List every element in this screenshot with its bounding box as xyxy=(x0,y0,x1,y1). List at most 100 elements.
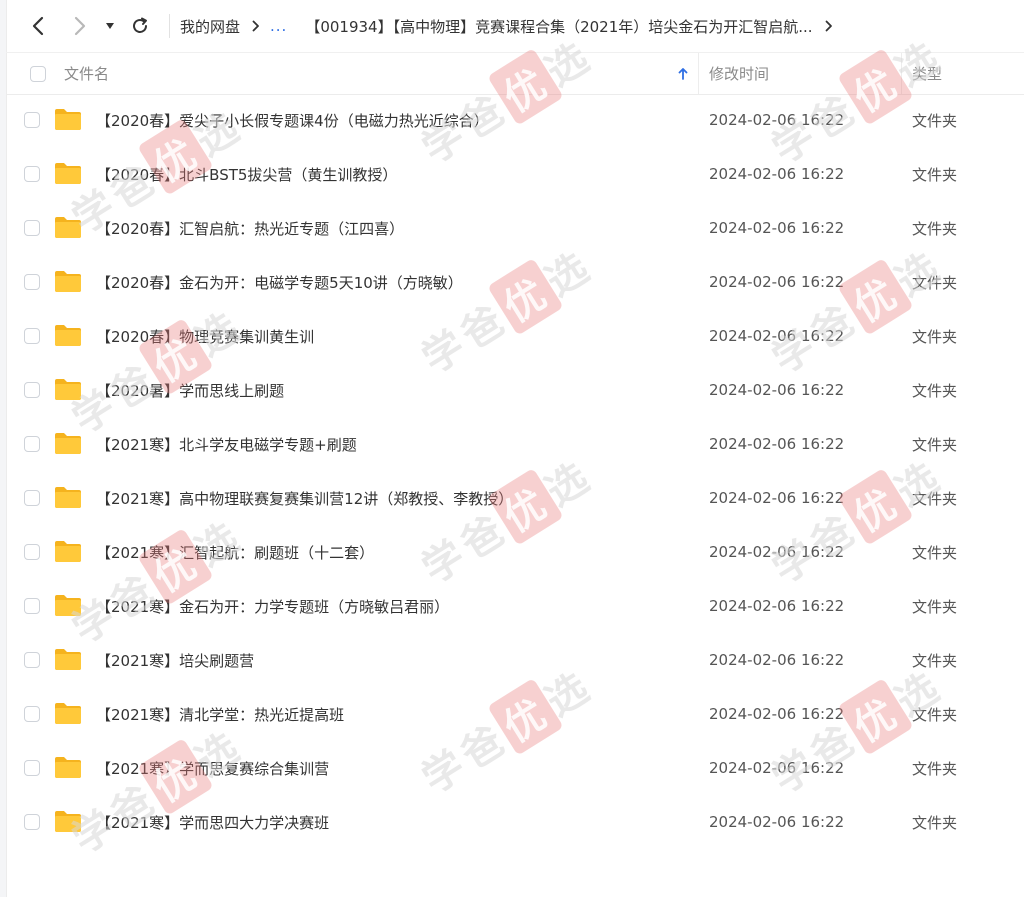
table-row[interactable]: 【2021寒】金石为开：力学专题班（方晓敏吕君丽） 2024-02-06 16:2… xyxy=(6,579,1024,633)
breadcrumb-current[interactable]: 【001934】【高中物理】竞赛课程合集（2021年）培尖金石为开汇智启航... xyxy=(305,16,812,37)
file-modified-time: 2024-02-06 16:22 xyxy=(709,597,845,615)
folder-icon xyxy=(55,811,81,832)
file-modified-time: 2024-02-06 16:22 xyxy=(709,759,845,777)
file-name[interactable]: 【2021寒】培尖刷题营 xyxy=(96,633,254,687)
breadcrumb-ellipsis[interactable]: ... xyxy=(270,17,287,35)
table-row[interactable]: 【2021寒】培尖刷题营 2024-02-06 16:22 文件夹 xyxy=(6,633,1024,687)
file-type: 文件夹 xyxy=(912,381,958,400)
file-list: 【2020春】爱尖子小长假专题课4份（电磁力热光近综合） 2024-02-06 1… xyxy=(6,93,1024,849)
file-name[interactable]: 【2020春】北斗BST5拔尖营（黄生训教授） xyxy=(96,147,397,201)
folder-icon xyxy=(55,487,81,508)
file-name[interactable]: 【2021寒】汇智起航：刷题班（十二套） xyxy=(96,525,374,579)
file-type: 文件夹 xyxy=(912,165,958,184)
breadcrumb: 我的网盘 ... 【001934】【高中物理】竞赛课程合集（2021年）培尖金石… xyxy=(180,13,843,39)
table-row[interactable]: 【2020春】北斗BST5拔尖营（黄生训教授） 2024-02-06 16:22 文… xyxy=(6,147,1024,201)
file-name[interactable]: 【2021寒】学而思复赛综合集训营 xyxy=(96,741,329,795)
file-type: 文件夹 xyxy=(912,111,958,130)
file-modified-time: 2024-02-06 16:22 xyxy=(709,705,845,723)
file-modified-time: 2024-02-06 16:22 xyxy=(709,435,845,453)
file-modified-time: 2024-02-06 16:22 xyxy=(709,219,845,237)
column-header-name[interactable]: 文件名 xyxy=(64,53,109,94)
folder-icon xyxy=(55,109,81,130)
row-checkbox[interactable] xyxy=(24,166,40,182)
chevron-left-icon xyxy=(32,16,44,36)
column-divider[interactable] xyxy=(698,53,699,94)
file-type: 文件夹 xyxy=(912,651,958,670)
refresh-icon xyxy=(133,17,147,33)
row-checkbox[interactable] xyxy=(24,274,40,290)
table-row[interactable]: 【2021寒】汇智起航：刷题班（十二套） 2024-02-06 16:22 文件夹 xyxy=(6,525,1024,579)
folder-icon xyxy=(55,325,81,346)
row-checkbox[interactable] xyxy=(24,220,40,236)
folder-icon xyxy=(55,757,81,778)
history-dropdown-button[interactable] xyxy=(100,12,120,40)
column-header-modified[interactable]: 修改时间 xyxy=(709,53,769,94)
row-checkbox[interactable] xyxy=(24,328,40,344)
column-divider[interactable] xyxy=(901,53,902,94)
nav-divider xyxy=(169,14,170,38)
file-type: 文件夹 xyxy=(912,219,958,238)
file-list-header: 文件名 修改时间 类型 xyxy=(6,52,1024,95)
table-row[interactable]: 【2020春】爱尖子小长假专题课4份（电磁力热光近综合） 2024-02-06 1… xyxy=(6,93,1024,147)
table-row[interactable]: 【2020春】物理竞赛集训黄生训 2024-02-06 16:22 文件夹 xyxy=(6,309,1024,363)
refresh-button[interactable] xyxy=(126,12,154,40)
back-button[interactable] xyxy=(24,12,52,40)
file-type: 文件夹 xyxy=(912,273,958,292)
row-checkbox[interactable] xyxy=(24,814,40,830)
navigation-bar: 我的网盘 ... 【001934】【高中物理】竞赛课程合集（2021年）培尖金石… xyxy=(6,0,1024,52)
folder-icon xyxy=(55,703,81,724)
breadcrumb-chevron-icon xyxy=(252,20,260,32)
file-name[interactable]: 【2020暑】学而思线上刷题 xyxy=(96,363,284,417)
breadcrumb-root[interactable]: 我的网盘 xyxy=(180,16,240,37)
file-name[interactable]: 【2020春】爱尖子小长假专题课4份（电磁力热光近综合） xyxy=(96,93,489,147)
table-row[interactable]: 【2021寒】高中物理联赛复赛集训营12讲（郑教授、李教授） 2024-02-06… xyxy=(6,471,1024,525)
row-checkbox[interactable] xyxy=(24,706,40,722)
file-modified-time: 2024-02-06 16:22 xyxy=(709,813,845,831)
file-name[interactable]: 【2020春】汇智启航：热光近专题（江四喜） xyxy=(96,201,404,255)
file-modified-time: 2024-02-06 16:22 xyxy=(709,111,845,129)
row-checkbox[interactable] xyxy=(24,598,40,614)
file-modified-time: 2024-02-06 16:22 xyxy=(709,489,845,507)
table-row[interactable]: 【2021寒】清北学堂：热光近提高班 2024-02-06 16:22 文件夹 xyxy=(6,687,1024,741)
file-name[interactable]: 【2021寒】清北学堂：热光近提高班 xyxy=(96,687,344,741)
folder-icon xyxy=(55,271,81,292)
column-header-type[interactable]: 类型 xyxy=(912,53,942,94)
folder-icon xyxy=(55,541,81,562)
table-row[interactable]: 【2021寒】学而思复赛综合集训营 2024-02-06 16:22 文件夹 xyxy=(6,741,1024,795)
file-modified-time: 2024-02-06 16:22 xyxy=(709,165,845,183)
sort-ascending-icon[interactable] xyxy=(678,53,688,94)
row-checkbox[interactable] xyxy=(24,436,40,452)
file-name[interactable]: 【2021寒】金石为开：力学专题班（方晓敏吕君丽） xyxy=(96,579,449,633)
table-row[interactable]: 【2021寒】北斗学友电磁学专题+刷题 2024-02-06 16:22 文件夹 xyxy=(6,417,1024,471)
row-checkbox[interactable] xyxy=(24,760,40,776)
select-all-checkbox[interactable] xyxy=(30,53,46,94)
table-row[interactable]: 【2020春】汇智启航：热光近专题（江四喜） 2024-02-06 16:22 文件… xyxy=(6,201,1024,255)
row-checkbox[interactable] xyxy=(24,382,40,398)
table-row[interactable]: 【2020春】金石为开：电磁学专题5天10讲（方晓敏） 2024-02-06 16… xyxy=(6,255,1024,309)
file-name[interactable]: 【2021寒】高中物理联赛复赛集训营12讲（郑教授、李教授） xyxy=(96,471,513,525)
breadcrumb-chevron-icon[interactable] xyxy=(825,20,833,32)
folder-icon xyxy=(55,649,81,670)
file-modified-time: 2024-02-06 16:22 xyxy=(709,381,845,399)
table-row[interactable]: 【2021寒】学而思四大力学决赛班 2024-02-06 16:22 文件夹 xyxy=(6,795,1024,849)
file-type: 文件夹 xyxy=(912,597,958,616)
row-checkbox[interactable] xyxy=(24,652,40,668)
forward-button[interactable] xyxy=(66,12,94,40)
file-name[interactable]: 【2021寒】北斗学友电磁学专题+刷题 xyxy=(96,417,357,471)
file-type: 文件夹 xyxy=(912,759,958,778)
file-name[interactable]: 【2020春】金石为开：电磁学专题5天10讲（方晓敏） xyxy=(96,255,463,309)
row-checkbox[interactable] xyxy=(24,544,40,560)
file-modified-time: 2024-02-06 16:22 xyxy=(709,327,845,345)
row-checkbox[interactable] xyxy=(24,112,40,128)
folder-icon xyxy=(55,163,81,184)
file-modified-time: 2024-02-06 16:22 xyxy=(709,651,845,669)
file-modified-time: 2024-02-06 16:22 xyxy=(709,543,845,561)
file-name[interactable]: 【2021寒】学而思四大力学决赛班 xyxy=(96,795,329,849)
folder-icon xyxy=(55,379,81,400)
file-type: 文件夹 xyxy=(912,435,958,454)
file-type: 文件夹 xyxy=(912,543,958,562)
file-type: 文件夹 xyxy=(912,705,958,724)
table-row[interactable]: 【2020暑】学而思线上刷题 2024-02-06 16:22 文件夹 xyxy=(6,363,1024,417)
row-checkbox[interactable] xyxy=(24,490,40,506)
file-name[interactable]: 【2020春】物理竞赛集训黄生训 xyxy=(96,309,314,363)
